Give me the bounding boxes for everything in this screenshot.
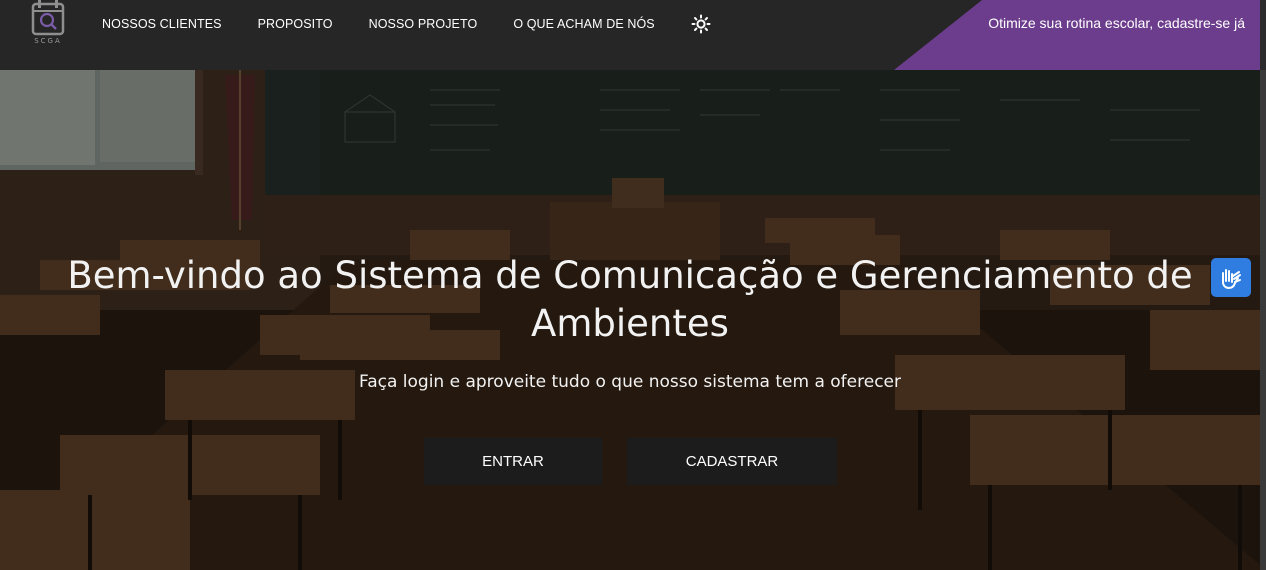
nav-links: NOSSOS CLIENTES PROPOSITO NOSSO PROJETO … xyxy=(102,14,711,34)
logo-text: SCGA xyxy=(34,37,62,45)
nav-link-projeto[interactable]: NOSSO PROJETO xyxy=(369,17,478,31)
accessibility-widget-button[interactable] xyxy=(1211,258,1251,297)
calendar-search-logo-icon xyxy=(31,0,65,36)
logo[interactable]: SCGA xyxy=(30,0,66,48)
sign-language-hands-icon xyxy=(1222,268,1241,289)
signup-button[interactable]: CADASTRAR xyxy=(627,438,837,485)
sun-icon xyxy=(691,14,711,34)
nav-link-depoimentos[interactable]: O QUE ACHAM DE NÓS xyxy=(513,17,654,31)
navbar: SCGA NOSSOS CLIENTES PROPOSITO NOSSO PRO… xyxy=(0,0,1266,70)
hero-title: Bem-vindo ao Sistema de Comunicação e Ge… xyxy=(67,254,1193,345)
hero-section: Bem-vindo ao Sistema de Comunicação e Ge… xyxy=(0,70,1266,570)
hero-subtitle: Faça login e aproveite tudo o que nosso … xyxy=(358,372,901,392)
scrollbar-track-top xyxy=(1260,0,1266,70)
nav-link-clientes[interactable]: NOSSOS CLIENTES xyxy=(102,17,222,31)
theme-toggle-button[interactable] xyxy=(691,14,711,34)
signup-cta-banner[interactable]: Otimize sua rotina escolar, cadastre-se … xyxy=(894,0,1266,70)
nav-link-proposito[interactable]: PROPOSITO xyxy=(258,17,333,31)
page-scrollbar[interactable] xyxy=(1260,70,1266,570)
login-button[interactable]: ENTRAR xyxy=(424,438,602,485)
signup-cta-text[interactable]: Otimize sua rotina escolar, cadastre-se … xyxy=(988,15,1245,31)
